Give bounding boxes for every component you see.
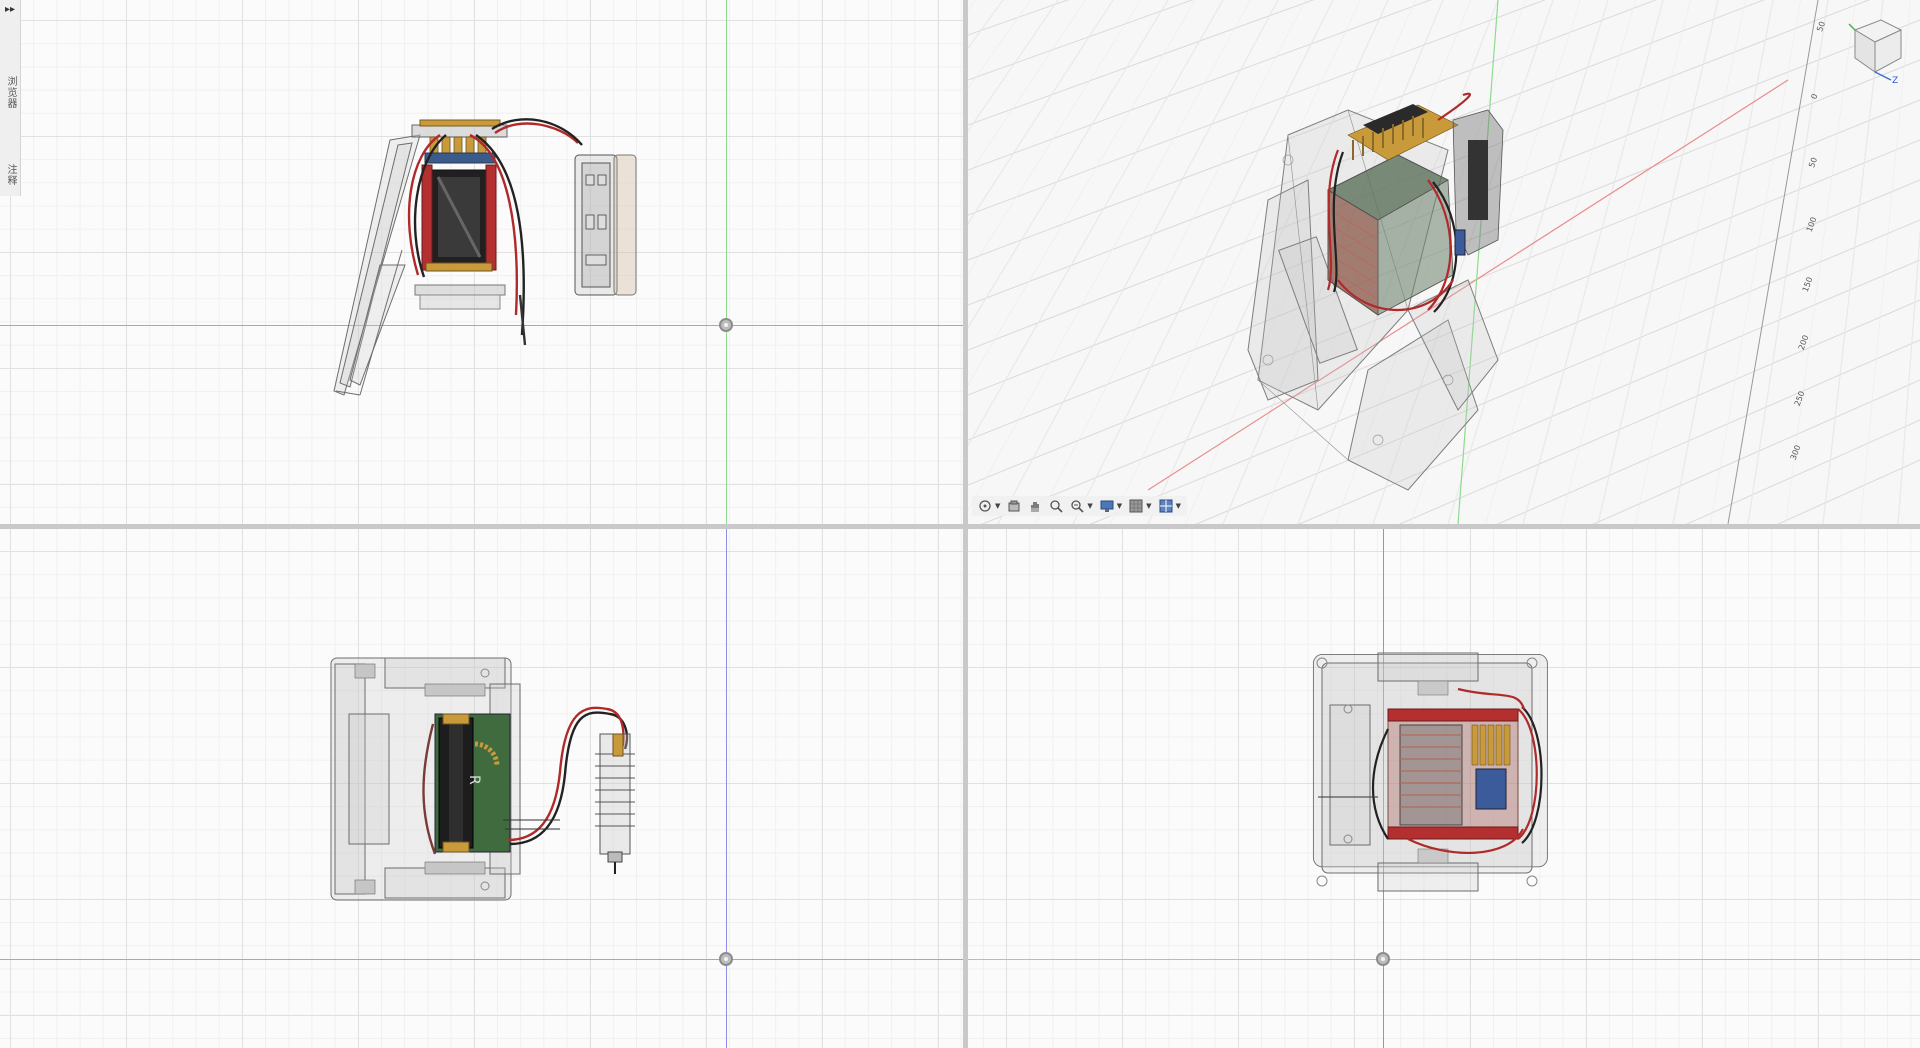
model-right-view[interactable] xyxy=(1308,649,1558,899)
browser-tab[interactable]: 浏览器 xyxy=(2,76,18,109)
origin-point[interactable] xyxy=(1376,952,1390,966)
display-settings-icon[interactable] xyxy=(1098,497,1116,515)
expand-panel-button[interactable]: ▸▸ xyxy=(2,2,18,18)
front-viewport[interactable] xyxy=(0,0,963,524)
navigation-toolbar: ▼ ▼ ▼ ▼ ▼ xyxy=(972,496,1187,516)
right-viewport[interactable] xyxy=(968,529,1920,1048)
ruler-tick: 150 xyxy=(1800,275,1815,294)
orbit-icon[interactable] xyxy=(976,497,994,515)
model-top-view[interactable]: R xyxy=(325,654,645,904)
x-axis-line xyxy=(0,959,963,960)
model-front-view[interactable] xyxy=(320,115,640,405)
side-panel: ▸▸ 浏览器 注释 xyxy=(0,0,21,196)
viewports-dropdown-caret[interactable]: ▼ xyxy=(1176,502,1181,510)
look-at-icon[interactable] xyxy=(1005,497,1023,515)
ruler-tick: 0 xyxy=(1809,92,1820,101)
ruler-tick: 250 xyxy=(1792,389,1807,408)
grid-snaps-dropdown-caret[interactable]: ▼ xyxy=(1146,502,1151,510)
annotation-tab[interactable]: 注释 xyxy=(2,164,18,186)
ruler-tick: 100 xyxy=(1804,215,1819,234)
orbit-dropdown-caret[interactable]: ▼ xyxy=(995,502,1000,510)
z-axis-line xyxy=(968,959,1920,960)
view-cube[interactable] xyxy=(1845,14,1909,86)
top-viewport[interactable]: R xyxy=(0,529,963,1048)
zoom-icon[interactable] xyxy=(1047,497,1065,515)
z-axis-line xyxy=(726,529,727,1048)
perspective-viewport[interactable]: 50 0 50 100 150 200 250 300 Z xyxy=(968,0,1920,524)
svg-text:R: R xyxy=(466,775,482,785)
display-settings-dropdown-caret[interactable]: ▼ xyxy=(1117,502,1122,510)
fit-zoom-icon[interactable] xyxy=(1068,497,1086,515)
ruler-tick: 200 xyxy=(1796,333,1811,352)
pan-icon[interactable] xyxy=(1026,497,1044,515)
ruler-tick: 50 xyxy=(1815,20,1828,33)
model-perspective-view[interactable] xyxy=(1228,80,1568,500)
ruler-tick: 300 xyxy=(1788,443,1803,462)
ruler: 50 0 50 100 150 200 250 300 xyxy=(1768,10,1828,510)
view-cube-axis-label: Z xyxy=(1892,76,1899,86)
viewports-icon[interactable] xyxy=(1157,497,1175,515)
fit-zoom-dropdown-caret[interactable]: ▼ xyxy=(1087,502,1092,510)
origin-point[interactable] xyxy=(719,952,733,966)
viewport-splitter-horizontal[interactable] xyxy=(0,524,1920,529)
origin-point[interactable] xyxy=(719,318,733,332)
y-axis-line xyxy=(726,0,727,524)
ruler-tick: 50 xyxy=(1807,156,1820,169)
grid-snaps-icon[interactable] xyxy=(1127,497,1145,515)
